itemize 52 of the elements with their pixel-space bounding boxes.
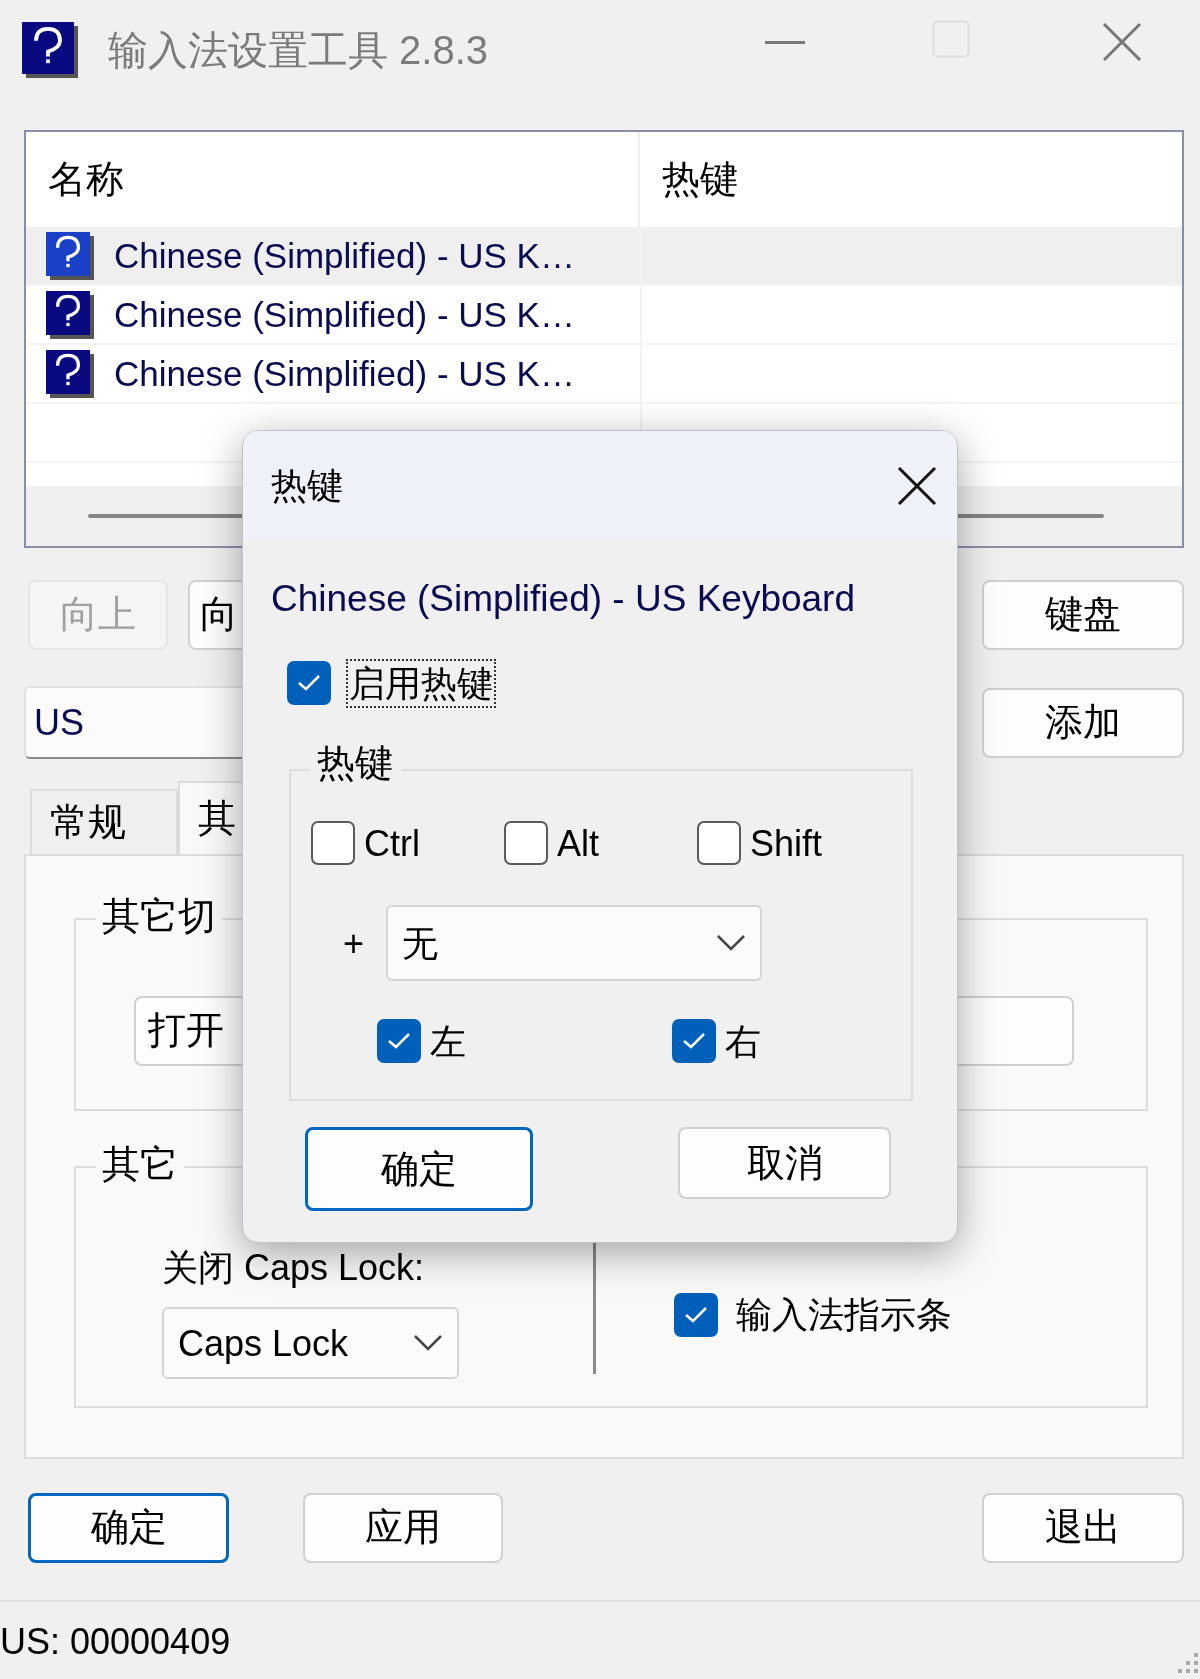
dropdown-value: Caps Lock bbox=[178, 1321, 349, 1365]
app-icon bbox=[44, 347, 96, 400]
checkbox[interactable] bbox=[504, 821, 548, 866]
field-label: 关闭 Caps Lock: bbox=[162, 1246, 426, 1290]
dropdown[interactable]: Caps Lock bbox=[162, 1307, 459, 1380]
button[interactable]: 应用 bbox=[303, 1493, 503, 1563]
button[interactable]: 取消 bbox=[678, 1127, 891, 1200]
checkbox[interactable] bbox=[674, 1293, 718, 1337]
checkbox-label: Alt bbox=[557, 821, 599, 865]
checkbox[interactable] bbox=[311, 821, 355, 866]
checkbox[interactable] bbox=[377, 1019, 421, 1064]
minimize-icon bbox=[765, 40, 805, 46]
chevron-down-icon bbox=[716, 934, 747, 953]
checkbox-label: Shift bbox=[750, 821, 823, 865]
checkbox-label: Ctrl bbox=[364, 821, 420, 865]
status-text: US: 00000409 bbox=[0, 1621, 231, 1662]
app-icon bbox=[44, 288, 96, 341]
dropdown-value: 无 bbox=[402, 921, 439, 965]
checkbox-label: 右 bbox=[725, 1019, 761, 1063]
row-name: Chinese (Simplified) - US K… bbox=[114, 234, 575, 277]
button[interactable]: 键盘 bbox=[982, 580, 1184, 650]
dialog-title: 热键 bbox=[271, 464, 343, 508]
button[interactable]: 确定 bbox=[28, 1493, 229, 1563]
chevron-down-icon bbox=[413, 1334, 443, 1353]
checkbox[interactable] bbox=[287, 661, 331, 706]
app-icon bbox=[20, 20, 80, 80]
column-header[interactable]: 热键 bbox=[640, 132, 1182, 227]
row-name: Chinese (Simplified) - US K… bbox=[114, 293, 575, 336]
window-title: 输入法设置工具 2.8.3 bbox=[108, 27, 489, 74]
app-icon bbox=[44, 229, 96, 282]
dropdown[interactable]: 无 bbox=[386, 905, 763, 982]
close-icon bbox=[1102, 22, 1142, 62]
ime-name: Chinese (Simplified) - US Keyboard bbox=[271, 577, 856, 621]
check-icon bbox=[682, 1032, 706, 1051]
plus-sign: + bbox=[343, 921, 365, 965]
button[interactable]: 确定 bbox=[305, 1127, 533, 1212]
row-name: Chinese (Simplified) - US K… bbox=[114, 352, 575, 395]
list-row[interactable]: Chinese (Simplified) - US K… bbox=[26, 227, 1182, 286]
list-row[interactable]: Chinese (Simplified) - US K… bbox=[26, 286, 1182, 345]
add-button[interactable]: 添加 bbox=[982, 687, 1184, 758]
check-icon bbox=[387, 1032, 411, 1051]
check-icon bbox=[297, 674, 321, 693]
list-row[interactable]: Chinese (Simplified) - US K… bbox=[26, 345, 1182, 404]
checkbox[interactable] bbox=[672, 1019, 716, 1064]
close-icon bbox=[897, 466, 937, 506]
tab[interactable]: 常规 bbox=[30, 789, 178, 854]
checkbox-label: 启用热键 bbox=[349, 661, 493, 705]
button[interactable]: 退出 bbox=[982, 1493, 1184, 1563]
check-icon bbox=[684, 1306, 708, 1324]
checkbox-label: 输入法指示条 bbox=[736, 1293, 952, 1337]
checkbox-label: 左 bbox=[430, 1019, 466, 1063]
checkbox[interactable] bbox=[697, 821, 741, 866]
